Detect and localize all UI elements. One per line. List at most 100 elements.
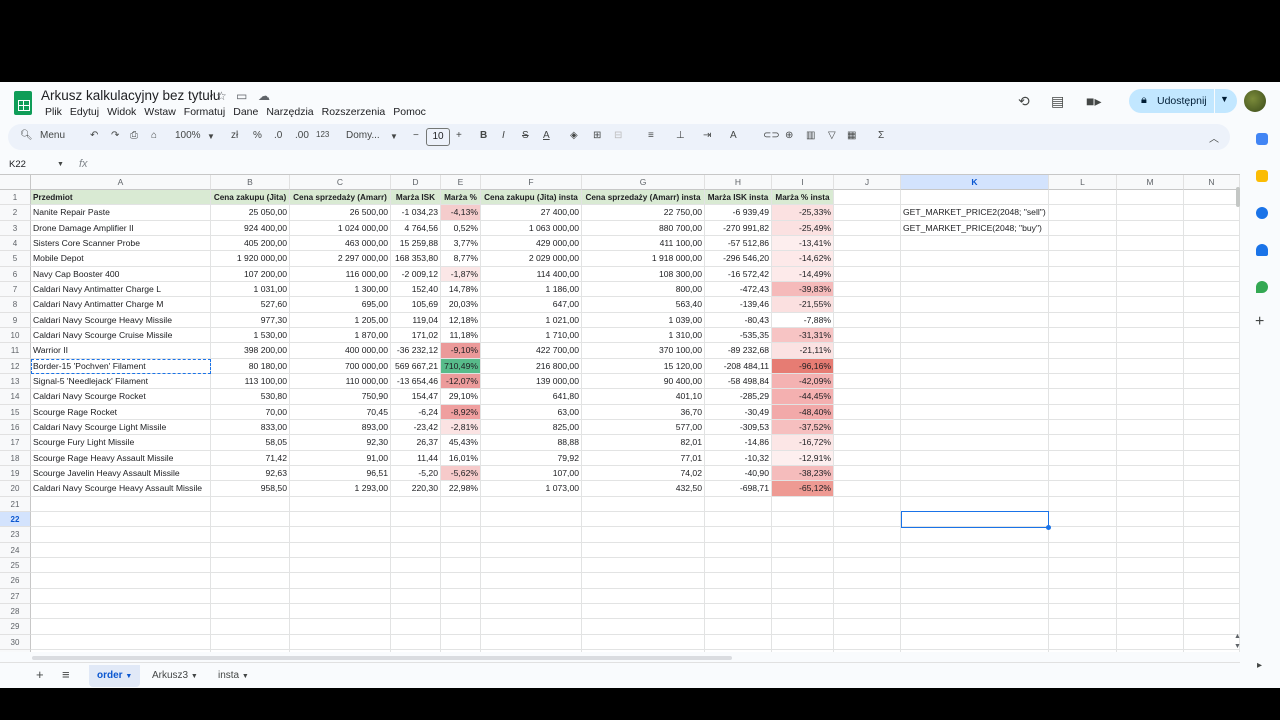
cell[interactable] <box>1184 435 1240 451</box>
column-title-cell[interactable]: Cena sprzedaży (Amarr) <box>290 190 391 206</box>
cell[interactable]: 527,60 <box>211 297 290 313</box>
cell[interactable]: 25 050,00 <box>211 205 290 221</box>
cell[interactable]: Scourge Rage Rocket <box>31 404 211 420</box>
row-header[interactable]: 16 <box>0 419 31 436</box>
cell[interactable] <box>1117 404 1184 420</box>
cell[interactable] <box>211 511 290 528</box>
bold-icon[interactable]: B <box>480 130 487 141</box>
cell[interactable] <box>1049 419 1117 436</box>
cell[interactable]: 107,00 <box>481 465 582 482</box>
cell[interactable]: 422 700,00 <box>481 343 582 359</box>
cell[interactable]: 119,04 <box>391 312 441 328</box>
cell[interactable]: 432,50 <box>582 481 705 497</box>
cell[interactable]: 1 039,00 <box>582 312 705 328</box>
cell[interactable]: 463 000,00 <box>290 235 391 252</box>
cell[interactable] <box>391 496 441 512</box>
cell[interactable] <box>290 649 391 652</box>
cell[interactable]: -12,07% <box>441 373 481 390</box>
cell[interactable]: Caldari Navy Scourge Rocket <box>31 389 211 405</box>
cell[interactable] <box>1049 465 1117 482</box>
cell[interactable]: -285,29 <box>705 389 772 405</box>
cell[interactable]: Signal-5 'Needlejack' Filament <box>31 373 211 390</box>
cell[interactable]: -65,12% <box>772 481 834 497</box>
cell[interactable] <box>1117 634 1184 650</box>
column-header[interactable]: J <box>834 175 901 190</box>
cell[interactable] <box>1049 634 1117 650</box>
cell[interactable] <box>290 557 391 574</box>
cell[interactable]: 563,40 <box>582 297 705 313</box>
cell[interactable] <box>1049 496 1117 512</box>
row-header[interactable]: 14 <box>0 389 31 405</box>
scroll-up-icon[interactable]: ▲ <box>1234 633 1241 640</box>
cell[interactable] <box>1184 527 1240 543</box>
avatar[interactable] <box>1244 90 1266 112</box>
cell[interactable] <box>1049 542 1117 558</box>
cell[interactable]: 216 800,00 <box>481 358 582 374</box>
comments-icon[interactable]: ▤ <box>1051 93 1064 110</box>
menu-item-plik[interactable]: Plik <box>41 106 66 118</box>
cell[interactable] <box>31 588 211 604</box>
menu-item-dane[interactable]: Dane <box>229 106 262 118</box>
cell[interactable]: -2,81% <box>441 419 481 436</box>
cell[interactable] <box>1117 389 1184 405</box>
cell[interactable] <box>1049 266 1117 282</box>
cell[interactable]: -5,62% <box>441 465 481 482</box>
fill-color-icon[interactable]: ◈ <box>570 130 578 141</box>
cell[interactable] <box>901 496 1049 512</box>
share-dropdown-icon[interactable]: ▼ <box>1220 94 1229 104</box>
cell[interactable]: -57 512,86 <box>705 235 772 252</box>
cell[interactable] <box>481 557 582 574</box>
cell[interactable] <box>1184 619 1240 635</box>
cell[interactable]: 14,78% <box>441 281 481 298</box>
cell[interactable] <box>1117 527 1184 543</box>
cell[interactable]: -25,33% <box>772 205 834 221</box>
cell[interactable] <box>834 450 901 466</box>
expand-panel-icon[interactable]: ▸ <box>1257 660 1262 671</box>
cell[interactable]: 80 180,00 <box>211 358 290 374</box>
column-title-cell[interactable]: Marża % <box>441 190 481 206</box>
sheet-tab-order[interactable]: order ▼ <box>89 665 141 687</box>
cell[interactable]: -139,46 <box>705 297 772 313</box>
cell[interactable]: Warrior II <box>31 343 211 359</box>
row-header[interactable]: 11 <box>0 343 31 359</box>
cell[interactable]: 1 293,00 <box>290 481 391 497</box>
cell[interactable]: 22 750,00 <box>582 205 705 221</box>
cell[interactable] <box>834 389 901 405</box>
cell[interactable]: 74,02 <box>582 465 705 482</box>
cell[interactable] <box>441 557 481 574</box>
cell[interactable]: -36 232,12 <box>391 343 441 359</box>
cell[interactable] <box>705 588 772 604</box>
cell[interactable] <box>290 511 391 528</box>
cell[interactable]: 154,47 <box>391 389 441 405</box>
cell[interactable]: 400 000,00 <box>290 343 391 359</box>
cell[interactable]: 958,50 <box>211 481 290 497</box>
cell[interactable] <box>1049 435 1117 451</box>
cell[interactable] <box>1049 450 1117 466</box>
cell[interactable]: -38,23% <box>772 465 834 482</box>
keep-icon[interactable] <box>1256 170 1268 182</box>
cell[interactable] <box>772 496 834 512</box>
cell[interactable]: -80,43 <box>705 312 772 328</box>
cell[interactable]: -16,72% <box>772 435 834 451</box>
cell[interactable] <box>391 619 441 635</box>
cell[interactable] <box>834 557 901 574</box>
cell[interactable] <box>290 603 391 620</box>
cell[interactable]: -39,83% <box>772 281 834 298</box>
cell[interactable] <box>1117 465 1184 482</box>
cell[interactable]: -31,31% <box>772 327 834 344</box>
cell[interactable] <box>441 542 481 558</box>
cell[interactable]: 695,00 <box>290 297 391 313</box>
redo-icon[interactable]: ↷ <box>111 130 119 141</box>
cell[interactable] <box>211 588 290 604</box>
fill-handle[interactable] <box>1046 524 1051 530</box>
row-header[interactable]: 5 <box>0 251 31 267</box>
cell[interactable] <box>391 557 441 574</box>
font-select[interactable]: Domy... <box>346 130 380 141</box>
cell[interactable]: 3,77% <box>441 235 481 252</box>
text-wrap-icon[interactable]: ⇥ <box>703 130 711 141</box>
cell[interactable] <box>582 542 705 558</box>
cell[interactable] <box>211 603 290 620</box>
cell[interactable] <box>481 542 582 558</box>
cell[interactable] <box>481 511 582 528</box>
cell[interactable] <box>1049 603 1117 620</box>
